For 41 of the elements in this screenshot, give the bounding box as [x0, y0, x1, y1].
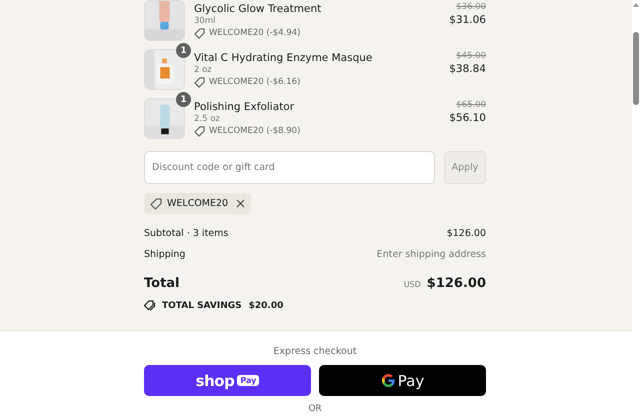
product-variant: 2 oz — [194, 64, 213, 76]
shipping-label: Shipping — [144, 248, 186, 260]
tag-icon — [150, 198, 162, 210]
shop-pay-button[interactable]: shop Pay — [144, 365, 311, 396]
original-price: $36.00 — [455, 2, 486, 13]
scrollbar-thumb[interactable] — [633, 32, 639, 105]
express-checkout-title: Express checkout — [272, 346, 358, 357]
product-variant: 30ml — [194, 15, 216, 27]
tag-icon — [194, 126, 205, 136]
product-name: Polishing Exfoliator — [194, 101, 296, 113]
discount-text: WELCOME20 (-$6.16) — [209, 76, 300, 88]
discount-text: WELCOME20 (-$8.90) — [209, 125, 300, 137]
close-icon[interactable] — [236, 199, 246, 208]
total-label: Total — [144, 276, 180, 290]
tags-icon — [144, 300, 157, 311]
discount-field[interactable]: Discount code or gift card — [144, 151, 435, 184]
product-variant: 2.5 oz — [194, 113, 221, 125]
original-price: $65.00 — [455, 100, 486, 111]
quantity-badge: 1 — [176, 92, 191, 107]
price: $38.84 — [449, 62, 486, 77]
separator-text: OR — [307, 404, 323, 414]
quantity-badge: 1 — [176, 43, 191, 58]
price: $56.10 — [449, 111, 486, 126]
total-value: $126.00 — [426, 276, 486, 290]
product-name: Glycolic Glow Treatment — [194, 3, 322, 15]
discount-text: WELCOME20 (-$4.94) — [209, 27, 300, 39]
tag-icon — [194, 76, 205, 88]
price: $31.06 — [449, 13, 486, 28]
product-name: Vital C Hydrating Enzyme Masque — [194, 52, 374, 64]
subtotal-value: $126.00 — [446, 228, 486, 238]
shipping-value: Enter shipping address — [376, 248, 486, 260]
google-pay-button[interactable]: Pay — [319, 365, 486, 396]
tag-icon — [194, 28, 205, 38]
savings-label: TOTAL SAVINGS — [162, 300, 242, 310]
currency: USD — [404, 280, 421, 288]
original-price: $45.00 — [455, 51, 486, 62]
google-logo-icon — [380, 373, 396, 388]
scroll-up-icon[interactable] — [633, 3, 639, 7]
discount-code: WELCOME20 — [167, 198, 228, 209]
subtotal-label: Subtotal · 3 items — [144, 228, 228, 238]
savings-value: $20.00 — [248, 300, 284, 310]
